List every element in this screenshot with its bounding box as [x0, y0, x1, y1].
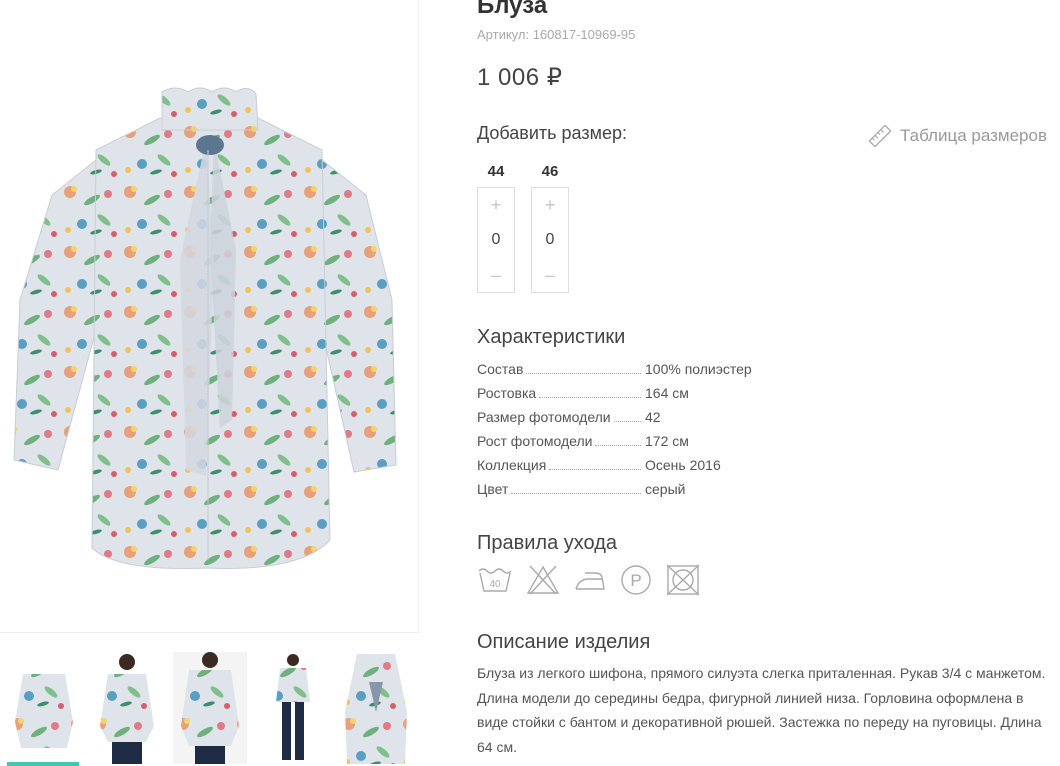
spec-row: Размер фотомодели 42	[477, 405, 777, 429]
dry-clean-p-icon: P	[621, 565, 651, 595]
spec-key: Ростовка	[477, 384, 537, 401]
spec-value: 172 см	[645, 433, 689, 449]
spec-value: серый	[645, 481, 686, 497]
increment-button[interactable]: +	[478, 188, 514, 222]
quantity-input[interactable]	[478, 222, 514, 258]
dryclean-letter: P	[630, 571, 641, 590]
wash-temp: 40	[489, 579, 501, 590]
thumbnail-5[interactable]	[339, 652, 413, 764]
decrement-button[interactable]: –	[532, 258, 568, 292]
increment-button[interactable]: +	[532, 188, 568, 222]
spec-row: Ростовка 164 см	[477, 381, 777, 405]
size-number: 46	[541, 163, 559, 180]
size-table-link[interactable]: Таблица размеров	[868, 123, 1047, 149]
size-number: 44	[487, 163, 505, 180]
specs-list: Состав 100% полиэстер Ростовка 164 см Разм…	[477, 357, 777, 501]
wash-40-icon: 40	[478, 568, 512, 592]
thumbnail-4[interactable]	[256, 652, 330, 764]
spec-value: 164 см	[645, 385, 689, 401]
spec-key: Цвет	[477, 480, 509, 497]
quantity-stepper: + –	[477, 187, 515, 293]
spec-key: Рост фотомодели	[477, 432, 593, 449]
product-title: Блуза	[477, 0, 548, 19]
no-bleach-icon	[526, 565, 560, 595]
spec-row: Коллекция Осень 2016	[477, 453, 777, 477]
spec-row: Состав 100% полиэстер	[477, 357, 777, 381]
thumbnail-2[interactable]	[90, 652, 164, 764]
spec-key: Состав	[477, 360, 524, 377]
product-price: 1 006 ₽	[477, 64, 563, 91]
spec-row: Цвет серый	[477, 477, 777, 501]
quantity-input[interactable]	[532, 222, 568, 258]
product-sku: Артикул: 160817-10969-95	[477, 27, 636, 42]
product-description: Блуза из легкого шифона, прямого силуэта…	[477, 665, 1046, 755]
thumbnail-1[interactable]	[7, 652, 81, 764]
no-tumble-dry-icon	[666, 564, 700, 596]
thumbnail-strip	[0, 648, 418, 766]
thumbnail-3[interactable]	[173, 652, 247, 764]
size-column-44: 44 + –	[477, 160, 515, 293]
size-column-46: 46 + –	[531, 160, 569, 293]
blouse-image	[13, 87, 397, 570]
spec-value: 42	[645, 409, 661, 425]
spec-value: Осень 2016	[645, 457, 721, 473]
add-size-label: Добавить размер:	[477, 123, 628, 143]
spec-row: Рост фотомодели 172 см	[477, 429, 777, 453]
quantity-stepper: + –	[531, 187, 569, 293]
spec-key: Коллекция	[477, 456, 547, 473]
size-table-label: Таблица размеров	[900, 126, 1047, 145]
main-product-photo[interactable]	[0, 0, 419, 633]
care-heading: Правила ухода	[477, 532, 618, 554]
specs-heading: Характеристики	[477, 326, 626, 348]
care-icons: 40 P	[477, 564, 701, 596]
active-thumbnail-indicator	[7, 762, 79, 766]
spec-key: Размер фотомодели	[477, 408, 611, 425]
description-heading: Описание изделия	[477, 631, 651, 653]
decrement-button[interactable]: –	[478, 258, 514, 292]
spec-value: 100% полиэстер	[645, 361, 752, 377]
iron-low-icon	[575, 572, 605, 590]
ruler-icon	[868, 124, 892, 148]
